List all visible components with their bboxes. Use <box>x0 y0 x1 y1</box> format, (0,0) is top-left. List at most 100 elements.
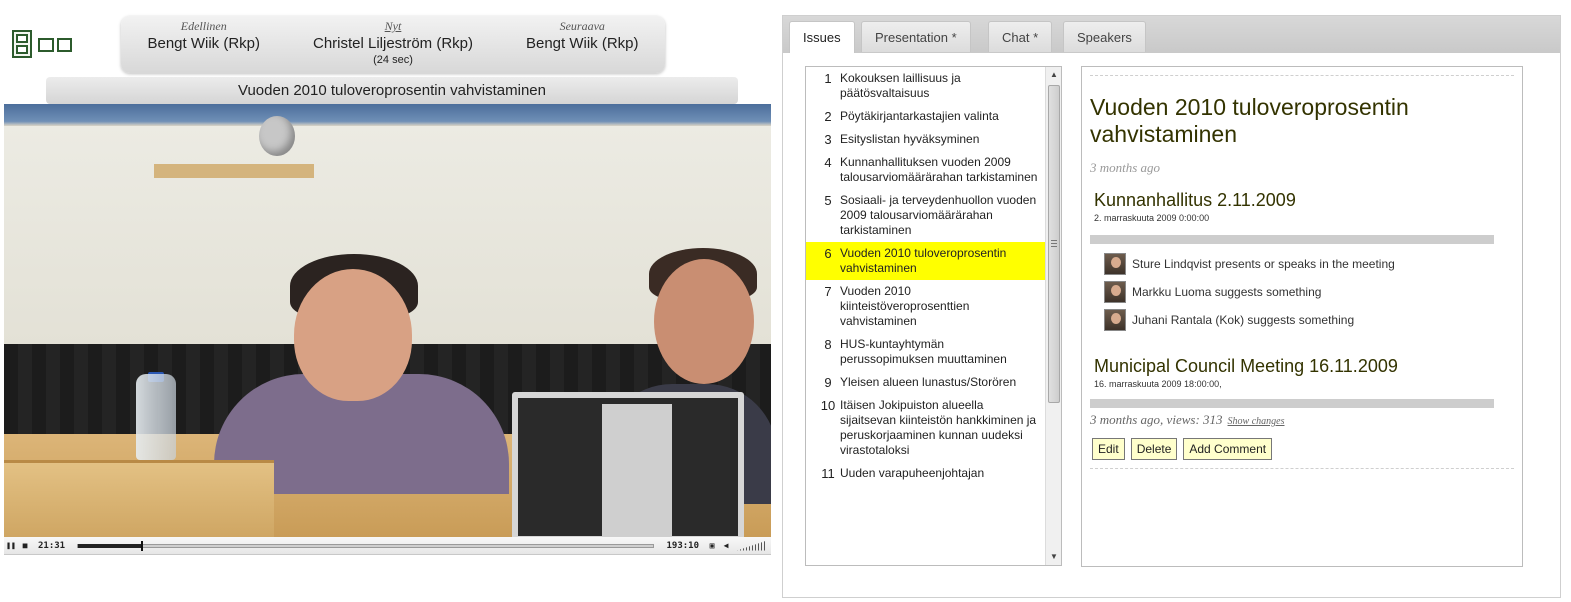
add-comment-button[interactable]: Add Comment <box>1183 438 1273 460</box>
issue-detail: Vuoden 2010 tuloveroprosentin vahvistami… <box>1081 66 1523 567</box>
issue-title: Vuoden 2010 tuloveroprosentin vahvistami… <box>1090 94 1409 147</box>
total-time: 193:10 <box>666 540 699 551</box>
layout-switcher <box>12 30 72 58</box>
issue-list-scrollbar[interactable]: ▲ ▼ <box>1045 67 1061 565</box>
issue-title-text: Esityslistan hyväksyminen <box>840 132 980 146</box>
meeting-event: Sture Lindqvist presents or speaks in th… <box>1090 250 1514 278</box>
meeting-divider <box>1090 235 1494 244</box>
current-speaker: Nyt Christel Liljeström (Rkp) (24 sec) <box>313 19 473 66</box>
edit-button[interactable]: Edit <box>1092 438 1125 460</box>
issue-list: 1 Kokouksen laillisuus ja päätösvaltaisuu… <box>806 67 1046 565</box>
current-speaker-duration: (24 sec) <box>373 54 413 66</box>
meeting-title: Municipal Council Meeting 16.11.2009 <box>1094 356 1398 376</box>
seek-handle[interactable] <box>141 540 144 551</box>
view-meta: 3 months ago, views: 313 Show changes <box>1090 412 1514 428</box>
issue-title-text: Itäisen Jokipuiston alueella sijaitsevan… <box>840 398 1037 457</box>
issue-item[interactable]: 1 Kokouksen laillisuus ja päätösvaltaisuu… <box>806 67 1046 105</box>
views-text: 3 months ago, views: 313 <box>1090 412 1223 427</box>
issue-title-text: Sosiaali- ja terveydenhuollon vuoden 200… <box>840 193 1037 237</box>
issue-title-text: Vuoden 2010 tuloveroprosentin vahvistami… <box>840 246 1007 275</box>
fullscreen-icon[interactable]: ▣ <box>705 539 719 553</box>
issue-number: 10 <box>820 398 836 413</box>
meeting-event: Markku Luoma suggests something <box>1090 278 1514 306</box>
issue-item[interactable]: 7 Vuoden 2010 kiinteistöveroprosenttien v… <box>806 280 1046 333</box>
volume-slider[interactable] <box>737 540 767 551</box>
info-panel: Issues Presentation * Chat * Speakers 1K… <box>782 15 1561 598</box>
issue-number: 5 <box>824 193 832 208</box>
stop-icon[interactable]: ■ <box>18 539 32 553</box>
tab-bar: Issues Presentation * Chat * Speakers <box>783 16 1560 53</box>
issue-list-panel: 1 Kokouksen laillisuus ja päätösvaltaisuu… <box>805 66 1062 566</box>
issue-item[interactable]: 2 Pöytäkirjantarkastajien valinta <box>806 105 1046 128</box>
tab-chat[interactable]: Chat * <box>988 21 1053 52</box>
seek-progress <box>78 543 142 548</box>
scroll-down-icon[interactable]: ▼ <box>1046 549 1061 565</box>
issue-title-text: HUS-kuntayhtymän perussopimuksen muuttam… <box>840 337 1007 366</box>
tab-issues[interactable]: Issues <box>789 21 855 53</box>
issue-number: 9 <box>824 375 832 390</box>
issue-number: 2 <box>824 109 832 124</box>
event-text: Sture Lindqvist presents or speaks in th… <box>1132 257 1395 271</box>
issue-item[interactable]: 9 Yleisen alueen lunastus/Storören <box>806 371 1046 394</box>
issue-item[interactable]: 8 HUS-kuntayhtymän perussopimuksen muutta… <box>806 333 1046 371</box>
issue-item[interactable]: 11 Uuden varapuheenjohtajan <box>806 462 1046 485</box>
video-frame[interactable] <box>4 104 771 537</box>
conference-camera <box>259 116 295 156</box>
show-changes-link[interactable]: Show changes <box>1228 416 1285 427</box>
pause-icon[interactable]: ❚❚ <box>4 539 18 553</box>
scroll-up-icon[interactable]: ▲ <box>1046 67 1061 83</box>
next-speaker-name: Bengt Wiik (Rkp) <box>525 35 639 52</box>
issue-number: 3 <box>824 132 832 147</box>
issue-item[interactable]: 3 Esityslistan hyväksyminen <box>806 128 1046 151</box>
next-speaker: Seuraava Bengt Wiik (Rkp) <box>526 19 639 52</box>
event-text: Juhani Rantala (Kok) suggests something <box>1132 313 1355 327</box>
tab-presentation[interactable]: Presentation * <box>861 21 971 52</box>
tab-speakers[interactable]: Speakers <box>1063 21 1146 52</box>
issue-age: 3 months ago <box>1090 160 1161 175</box>
water-bottle <box>136 374 176 460</box>
meeting-title: Kunnanhallitus 2.11.2009 <box>1094 190 1296 210</box>
seek-bar[interactable] <box>77 540 655 551</box>
issue-title-text: Pöytäkirjantarkastajien valinta <box>840 109 999 123</box>
previous-speaker: Edellinen Bengt Wiik (Rkp) <box>147 19 260 52</box>
delete-button[interactable]: Delete <box>1130 438 1178 460</box>
issue-number: 4 <box>824 155 832 170</box>
previous-speaker-name: Bengt Wiik (Rkp) <box>147 35 261 52</box>
volume-icon[interactable]: ◀ <box>719 539 733 553</box>
issue-number: 1 <box>824 71 832 86</box>
meeting-date: 16. marraskuuta 2009 18:00:00, <box>1094 379 1222 389</box>
issue-number: 7 <box>824 284 832 299</box>
issue-number: 8 <box>824 337 832 352</box>
meeting-event: Juhani Rantala (Kok) suggests something <box>1090 306 1514 334</box>
scroll-thumb[interactable] <box>1048 85 1060 403</box>
issue-title-text: Vuoden 2010 kiinteistöveroprosenttien va… <box>840 284 970 328</box>
issue-number: 6 <box>824 246 832 261</box>
previous-caption: Edellinen <box>180 19 227 33</box>
meeting-date: 2. marraskuuta 2009 0:00:00 <box>1094 213 1210 223</box>
issue-title-text: Uuden varapuheenjohtajan <box>840 466 985 480</box>
speaker-queue: Edellinen Bengt Wiik (Rkp) Nyt Christel … <box>121 16 665 73</box>
issue-number: 11 <box>821 466 835 481</box>
action-buttons: Edit Delete Add Comment <box>1090 438 1514 460</box>
current-caption: Nyt <box>384 19 402 33</box>
avatar-icon[interactable] <box>1104 309 1126 331</box>
issue-title-text: Kunnanhallituksen vuoden 2009 talousarvi… <box>840 155 1038 184</box>
issue-item[interactable]: 6 Vuoden 2010 tuloveroprosentin vahvistam… <box>806 242 1046 280</box>
meeting-events: Sture Lindqvist presents or speaks in th… <box>1090 250 1514 334</box>
podium <box>4 460 274 537</box>
dual-layout-icon[interactable] <box>38 38 72 52</box>
meeting-divider <box>1090 399 1494 408</box>
current-speaker-name: Christel Liljeström (Rkp) <box>312 35 474 52</box>
issue-item[interactable]: 10 Itäisen Jokipuiston alueella sijaitsev… <box>806 394 1046 462</box>
issue-item[interactable]: 4 Kunnanhallituksen vuoden 2009 talousarv… <box>806 151 1046 189</box>
next-caption: Seuraava <box>559 19 605 33</box>
issue-title-text: Kokouksen laillisuus ja päätösvaltaisuus <box>840 71 961 100</box>
issue-title-text: Yleisen alueen lunastus/Storören <box>840 375 1017 389</box>
issue-item[interactable]: 5 Sosiaali- ja terveydenhuollon vuoden 20… <box>806 189 1046 242</box>
avatar-icon[interactable] <box>1104 281 1126 303</box>
current-issue-banner: Vuoden 2010 tuloveroprosentin vahvistami… <box>46 77 738 104</box>
single-layout-icon[interactable] <box>12 30 32 58</box>
event-text: Markku Luoma suggests something <box>1132 285 1322 299</box>
avatar-icon[interactable] <box>1104 253 1126 275</box>
elapsed-time: 21:31 <box>38 540 66 551</box>
